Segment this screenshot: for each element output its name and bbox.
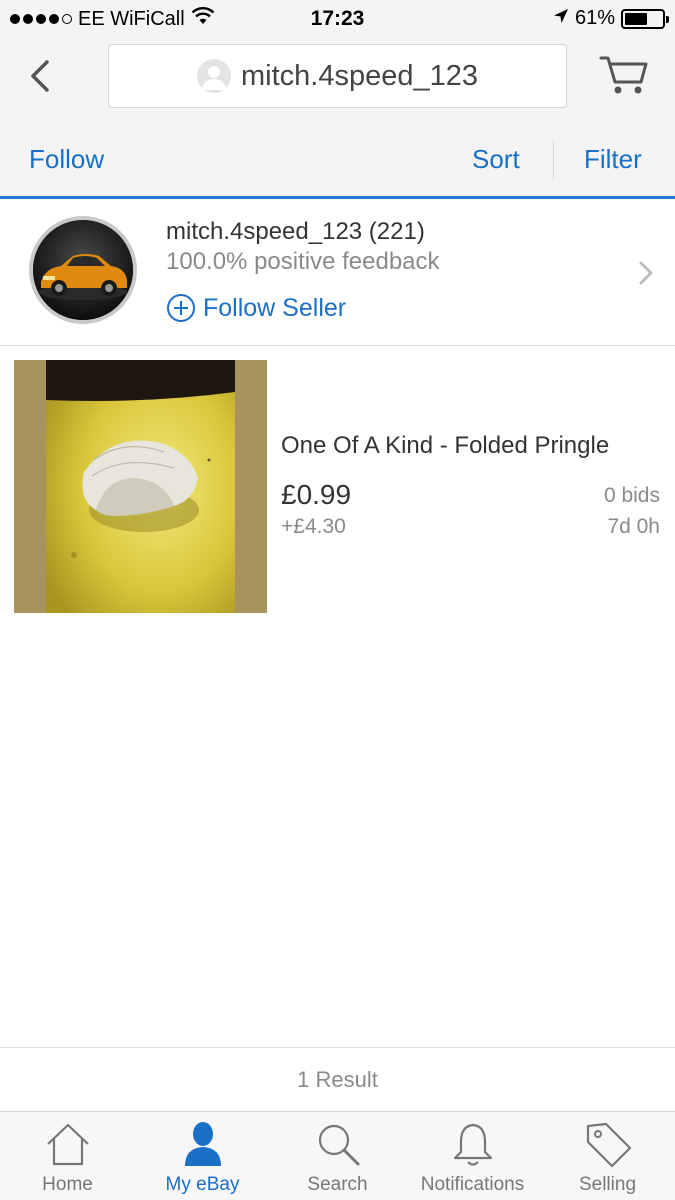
tab-selling[interactable]: Selling bbox=[540, 1112, 675, 1200]
status-right: 61% bbox=[553, 7, 669, 30]
battery-percent: 61% bbox=[574, 7, 615, 29]
tab-search[interactable]: Search bbox=[270, 1112, 405, 1200]
home-icon bbox=[0, 1120, 135, 1168]
listing-shipping: +£4.30 bbox=[281, 515, 346, 538]
seller-feedback: 100.0% positive feedback bbox=[166, 248, 440, 275]
tab-selling-label: Selling bbox=[578, 1174, 637, 1195]
action-bar: Follow Sort Filter bbox=[0, 122, 675, 199]
back-button[interactable] bbox=[20, 54, 60, 98]
tab-my-ebay-label: My eBay bbox=[165, 1174, 240, 1195]
follow-seller-label: Follow Seller bbox=[203, 293, 347, 322]
cart-button[interactable] bbox=[598, 52, 650, 98]
listing-time-left: 7d 0h bbox=[607, 515, 660, 538]
listing-item[interactable]: One Of A Kind - Folded Pringle £0.99 +£4… bbox=[0, 347, 675, 627]
search-icon bbox=[270, 1120, 405, 1168]
search-query: mitch.4speed_123 bbox=[241, 59, 478, 92]
tab-home-label: Home bbox=[42, 1174, 93, 1195]
bell-icon bbox=[405, 1120, 540, 1168]
header: mitch.4speed_123 bbox=[0, 38, 675, 122]
listing-image[interactable] bbox=[14, 360, 267, 613]
location-arrow-icon bbox=[553, 7, 569, 30]
seller-row[interactable]: mitch.4speed_123 (221) 100.0% positive f… bbox=[0, 200, 675, 346]
person-icon bbox=[135, 1120, 270, 1168]
tab-my-ebay[interactable]: My eBay bbox=[135, 1112, 270, 1200]
results-count: 1 Result bbox=[0, 1047, 675, 1112]
battery-icon bbox=[621, 8, 669, 29]
tab-notifications[interactable]: Notifications bbox=[405, 1112, 540, 1200]
seller-name: mitch.4speed_123 (221) bbox=[166, 218, 425, 245]
status-bar: EE WiFiCall 17:23 61% bbox=[0, 0, 675, 38]
tag-icon bbox=[540, 1120, 675, 1168]
search-input[interactable]: mitch.4speed_123 bbox=[108, 44, 567, 108]
chevron-left-icon bbox=[31, 60, 49, 92]
listing-title: One Of A Kind - Folded Pringle bbox=[281, 432, 610, 459]
chevron-right-icon bbox=[638, 260, 654, 291]
seller-avatar bbox=[29, 216, 137, 324]
plus-circle-icon bbox=[167, 294, 195, 322]
filter-button[interactable]: Filter bbox=[584, 144, 642, 175]
cart-icon bbox=[599, 56, 648, 94]
follow-button[interactable]: Follow bbox=[29, 144, 104, 175]
listing-bids: 0 bids bbox=[603, 484, 660, 507]
follow-seller-button[interactable]: Follow Seller bbox=[166, 293, 346, 323]
listing-price: £0.99 bbox=[281, 479, 352, 510]
sort-button[interactable]: Sort bbox=[472, 144, 520, 175]
tab-search-label: Search bbox=[307, 1174, 368, 1195]
divider bbox=[553, 140, 554, 180]
tab-home[interactable]: Home bbox=[0, 1112, 135, 1200]
user-avatar-icon bbox=[197, 59, 231, 93]
tab-bar: Home My eBay Search Notifications Sellin… bbox=[0, 1112, 675, 1200]
tab-notifications-label: Notifications bbox=[420, 1174, 525, 1195]
